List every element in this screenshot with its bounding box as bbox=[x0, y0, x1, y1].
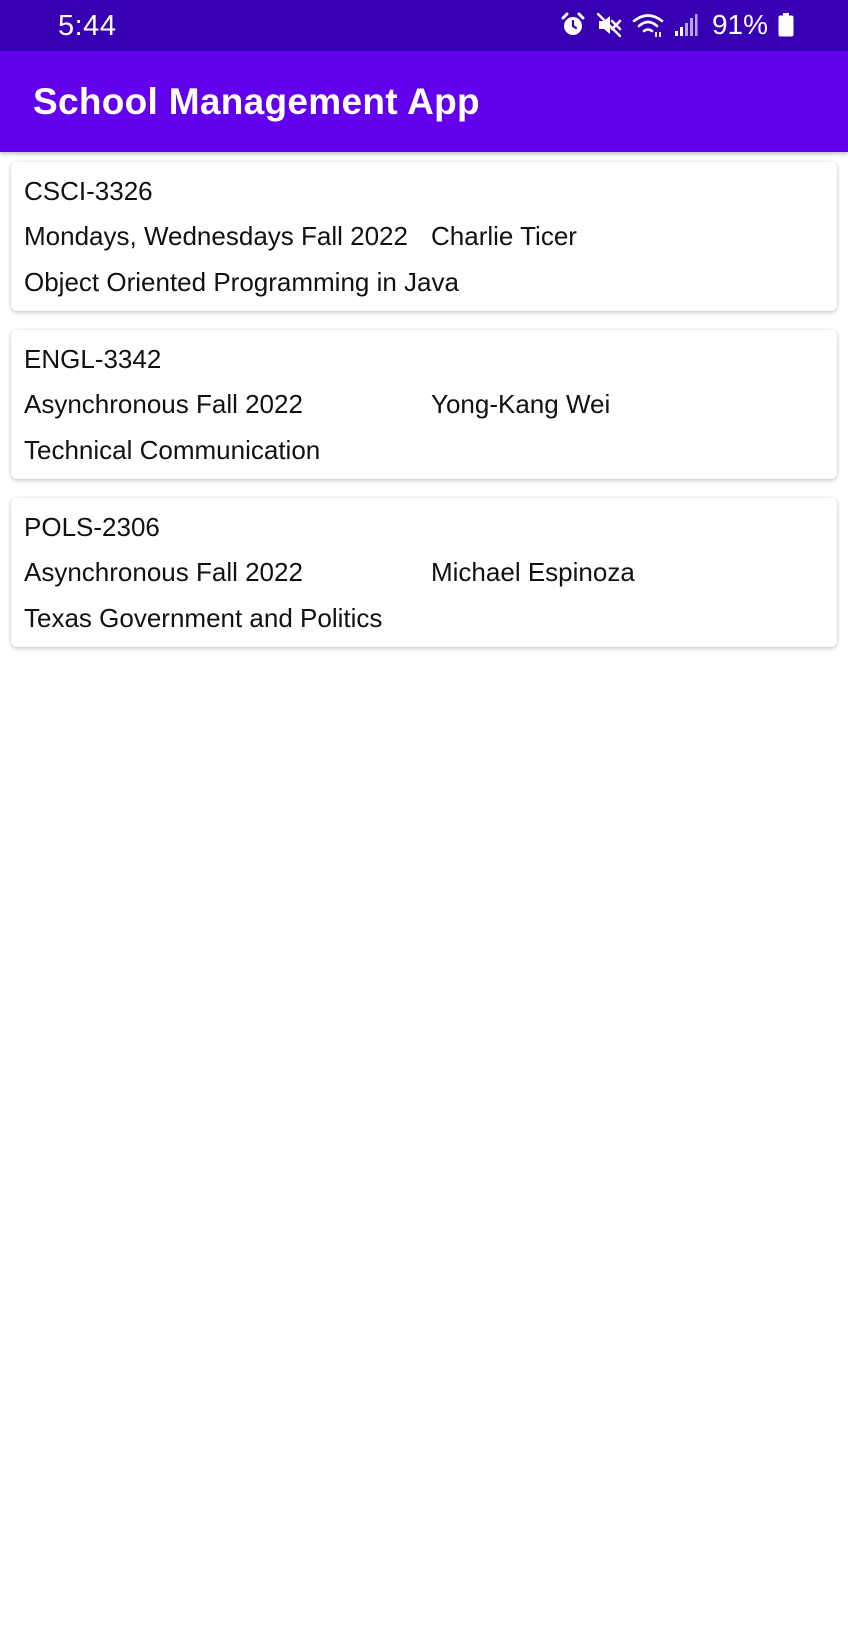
course-title: Texas Government and Politics bbox=[24, 603, 383, 633]
course-instructor: Yong-Kang Wei bbox=[431, 389, 611, 419]
course-instructor: Charlie Ticer bbox=[431, 221, 577, 251]
course-instructor: Michael Espinoza bbox=[431, 557, 635, 587]
course-code: CSCI-3326 bbox=[24, 176, 153, 206]
status-bar: 5:44 91% bbox=[0, 0, 848, 51]
status-time: 5:44 bbox=[58, 10, 117, 42]
wifi-icon bbox=[632, 12, 664, 38]
course-list: CSCI-3326 Mondays, Wednesdays Fall 2022 … bbox=[11, 162, 837, 666]
alarm-icon bbox=[560, 12, 586, 38]
course-schedule: Mondays, Wednesdays Fall 2022 bbox=[24, 221, 408, 251]
course-card[interactable]: POLS-2306 Asynchronous Fall 2022 Michael… bbox=[11, 498, 837, 647]
app-title: School Management App bbox=[33, 81, 480, 122]
course-card[interactable]: CSCI-3326 Mondays, Wednesdays Fall 2022 … bbox=[11, 162, 837, 311]
course-title: Object Oriented Programming in Java bbox=[24, 267, 459, 297]
course-code: POLS-2306 bbox=[24, 512, 160, 542]
course-card[interactable]: ENGL-3342 Asynchronous Fall 2022 Yong-Ka… bbox=[11, 330, 837, 479]
battery-icon bbox=[778, 13, 794, 37]
course-details-row: Asynchronous Fall 2022 Yong-Kang Wei bbox=[24, 390, 824, 419]
battery-level: 91% bbox=[711, 9, 768, 40]
status-icons: 91% bbox=[560, 8, 794, 42]
course-title: Technical Communication bbox=[24, 435, 321, 465]
course-details-row: Asynchronous Fall 2022 Michael Espinoza bbox=[24, 558, 824, 587]
signal-icon bbox=[674, 13, 698, 37]
course-schedule: Asynchronous Fall 2022 bbox=[24, 557, 303, 587]
app-bar: School Management App bbox=[0, 51, 848, 152]
mute-icon bbox=[596, 12, 622, 38]
course-details-row: Mondays, Wednesdays Fall 2022 Charlie Ti… bbox=[24, 222, 824, 251]
course-schedule: Asynchronous Fall 2022 bbox=[24, 389, 303, 419]
course-code: ENGL-3342 bbox=[24, 344, 162, 374]
